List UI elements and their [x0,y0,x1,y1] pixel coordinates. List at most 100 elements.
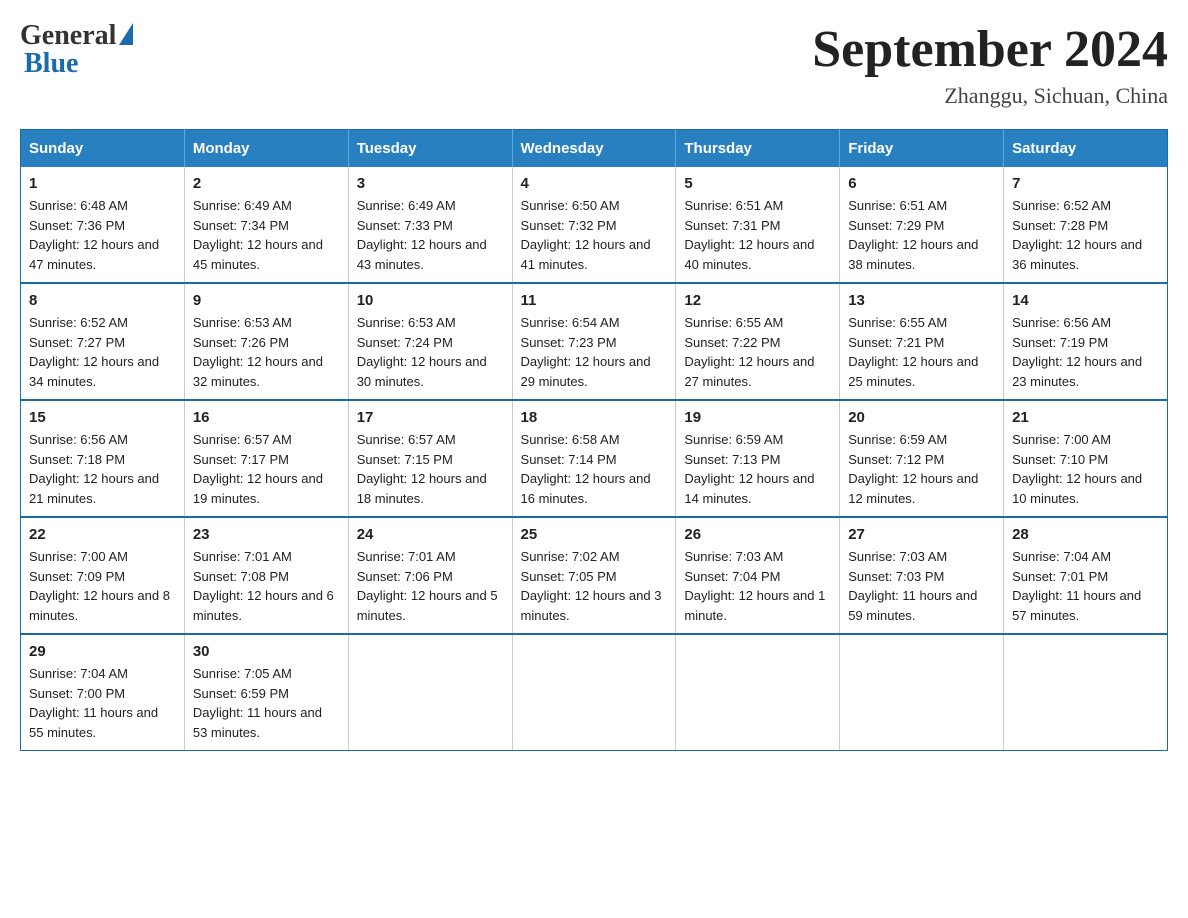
calendar-cell: 17 Sunrise: 6:57 AM Sunset: 7:15 PM Dayl… [348,400,512,517]
calendar-cell: 9 Sunrise: 6:53 AM Sunset: 7:26 PM Dayli… [184,283,348,400]
header-monday: Monday [184,130,348,168]
calendar-cell [1004,634,1168,751]
calendar-cell: 7 Sunrise: 6:52 AM Sunset: 7:28 PM Dayli… [1004,167,1168,283]
day-number: 19 [684,409,831,426]
calendar-cell: 3 Sunrise: 6:49 AM Sunset: 7:33 PM Dayli… [348,167,512,283]
calendar-cell: 21 Sunrise: 7:00 AM Sunset: 7:10 PM Dayl… [1004,400,1168,517]
calendar-cell: 18 Sunrise: 6:58 AM Sunset: 7:14 PM Dayl… [512,400,676,517]
day-info: Sunrise: 6:54 AM Sunset: 7:23 PM Dayligh… [521,313,668,391]
calendar-title: September 2024 [812,20,1168,79]
day-info: Sunrise: 6:49 AM Sunset: 7:33 PM Dayligh… [357,196,504,274]
header-friday: Friday [840,130,1004,168]
calendar-cell: 19 Sunrise: 6:59 AM Sunset: 7:13 PM Dayl… [676,400,840,517]
day-number: 17 [357,409,504,426]
calendar-cell: 5 Sunrise: 6:51 AM Sunset: 7:31 PM Dayli… [676,167,840,283]
day-info: Sunrise: 6:56 AM Sunset: 7:19 PM Dayligh… [1012,313,1159,391]
day-info: Sunrise: 7:02 AM Sunset: 7:05 PM Dayligh… [521,547,668,625]
day-info: Sunrise: 6:58 AM Sunset: 7:14 PM Dayligh… [521,430,668,508]
calendar-week-2: 8 Sunrise: 6:52 AM Sunset: 7:27 PM Dayli… [21,283,1168,400]
day-number: 5 [684,175,831,192]
day-number: 27 [848,526,995,543]
logo: General Blue [20,20,133,80]
day-number: 16 [193,409,340,426]
day-info: Sunrise: 6:56 AM Sunset: 7:18 PM Dayligh… [29,430,176,508]
day-info: Sunrise: 6:57 AM Sunset: 7:15 PM Dayligh… [357,430,504,508]
day-number: 3 [357,175,504,192]
day-info: Sunrise: 7:01 AM Sunset: 7:08 PM Dayligh… [193,547,340,625]
day-number: 12 [684,292,831,309]
day-number: 29 [29,643,176,660]
calendar-cell: 27 Sunrise: 7:03 AM Sunset: 7:03 PM Dayl… [840,517,1004,634]
day-info: Sunrise: 6:59 AM Sunset: 7:13 PM Dayligh… [684,430,831,508]
header-tuesday: Tuesday [348,130,512,168]
day-number: 2 [193,175,340,192]
day-number: 9 [193,292,340,309]
day-number: 23 [193,526,340,543]
day-number: 13 [848,292,995,309]
calendar-cell: 12 Sunrise: 6:55 AM Sunset: 7:22 PM Dayl… [676,283,840,400]
calendar-cell: 28 Sunrise: 7:04 AM Sunset: 7:01 PM Dayl… [1004,517,1168,634]
day-number: 15 [29,409,176,426]
header-saturday: Saturday [1004,130,1168,168]
header-thursday: Thursday [676,130,840,168]
day-info: Sunrise: 7:00 AM Sunset: 7:09 PM Dayligh… [29,547,176,625]
day-number: 20 [848,409,995,426]
day-info: Sunrise: 6:59 AM Sunset: 7:12 PM Dayligh… [848,430,995,508]
day-number: 18 [521,409,668,426]
calendar-cell: 29 Sunrise: 7:04 AM Sunset: 7:00 PM Dayl… [21,634,185,751]
day-number: 22 [29,526,176,543]
day-info: Sunrise: 6:52 AM Sunset: 7:27 PM Dayligh… [29,313,176,391]
day-number: 8 [29,292,176,309]
calendar-cell: 15 Sunrise: 6:56 AM Sunset: 7:18 PM Dayl… [21,400,185,517]
calendar-week-1: 1 Sunrise: 6:48 AM Sunset: 7:36 PM Dayli… [21,167,1168,283]
day-info: Sunrise: 6:51 AM Sunset: 7:31 PM Dayligh… [684,196,831,274]
header-sunday: Sunday [21,130,185,168]
calendar-cell: 1 Sunrise: 6:48 AM Sunset: 7:36 PM Dayli… [21,167,185,283]
calendar-week-4: 22 Sunrise: 7:00 AM Sunset: 7:09 PM Dayl… [21,517,1168,634]
calendar-cell: 25 Sunrise: 7:02 AM Sunset: 7:05 PM Dayl… [512,517,676,634]
calendar-cell: 22 Sunrise: 7:00 AM Sunset: 7:09 PM Dayl… [21,517,185,634]
day-info: Sunrise: 6:53 AM Sunset: 7:26 PM Dayligh… [193,313,340,391]
logo-blue-text: Blue [20,48,78,80]
header-wednesday: Wednesday [512,130,676,168]
day-info: Sunrise: 7:04 AM Sunset: 7:01 PM Dayligh… [1012,547,1159,625]
day-info: Sunrise: 6:52 AM Sunset: 7:28 PM Dayligh… [1012,196,1159,274]
page-header: General Blue September 2024 Zhanggu, Sic… [20,20,1168,109]
logo-triangle-icon [119,23,133,45]
day-info: Sunrise: 6:57 AM Sunset: 7:17 PM Dayligh… [193,430,340,508]
day-number: 1 [29,175,176,192]
calendar-cell: 6 Sunrise: 6:51 AM Sunset: 7:29 PM Dayli… [840,167,1004,283]
calendar-cell: 2 Sunrise: 6:49 AM Sunset: 7:34 PM Dayli… [184,167,348,283]
day-info: Sunrise: 7:03 AM Sunset: 7:03 PM Dayligh… [848,547,995,625]
day-number: 28 [1012,526,1159,543]
calendar-cell: 26 Sunrise: 7:03 AM Sunset: 7:04 PM Dayl… [676,517,840,634]
day-number: 14 [1012,292,1159,309]
day-info: Sunrise: 6:53 AM Sunset: 7:24 PM Dayligh… [357,313,504,391]
day-info: Sunrise: 6:50 AM Sunset: 7:32 PM Dayligh… [521,196,668,274]
day-info: Sunrise: 6:51 AM Sunset: 7:29 PM Dayligh… [848,196,995,274]
calendar-cell [676,634,840,751]
day-number: 30 [193,643,340,660]
calendar-table: Sunday Monday Tuesday Wednesday Thursday… [20,129,1168,751]
day-info: Sunrise: 6:55 AM Sunset: 7:22 PM Dayligh… [684,313,831,391]
day-info: Sunrise: 6:55 AM Sunset: 7:21 PM Dayligh… [848,313,995,391]
day-info: Sunrise: 6:48 AM Sunset: 7:36 PM Dayligh… [29,196,176,274]
day-number: 21 [1012,409,1159,426]
day-number: 24 [357,526,504,543]
day-info: Sunrise: 7:01 AM Sunset: 7:06 PM Dayligh… [357,547,504,625]
day-number: 4 [521,175,668,192]
calendar-header-row: Sunday Monday Tuesday Wednesday Thursday… [21,130,1168,168]
calendar-week-3: 15 Sunrise: 6:56 AM Sunset: 7:18 PM Dayl… [21,400,1168,517]
calendar-cell: 4 Sunrise: 6:50 AM Sunset: 7:32 PM Dayli… [512,167,676,283]
calendar-cell: 10 Sunrise: 6:53 AM Sunset: 7:24 PM Dayl… [348,283,512,400]
day-info: Sunrise: 7:03 AM Sunset: 7:04 PM Dayligh… [684,547,831,625]
calendar-cell [348,634,512,751]
calendar-cell: 30 Sunrise: 7:05 AM Sunset: 6:59 PM Dayl… [184,634,348,751]
day-info: Sunrise: 6:49 AM Sunset: 7:34 PM Dayligh… [193,196,340,274]
day-info: Sunrise: 7:00 AM Sunset: 7:10 PM Dayligh… [1012,430,1159,508]
calendar-cell: 23 Sunrise: 7:01 AM Sunset: 7:08 PM Dayl… [184,517,348,634]
calendar-subtitle: Zhanggu, Sichuan, China [812,83,1168,109]
day-number: 26 [684,526,831,543]
calendar-cell: 20 Sunrise: 6:59 AM Sunset: 7:12 PM Dayl… [840,400,1004,517]
day-number: 7 [1012,175,1159,192]
